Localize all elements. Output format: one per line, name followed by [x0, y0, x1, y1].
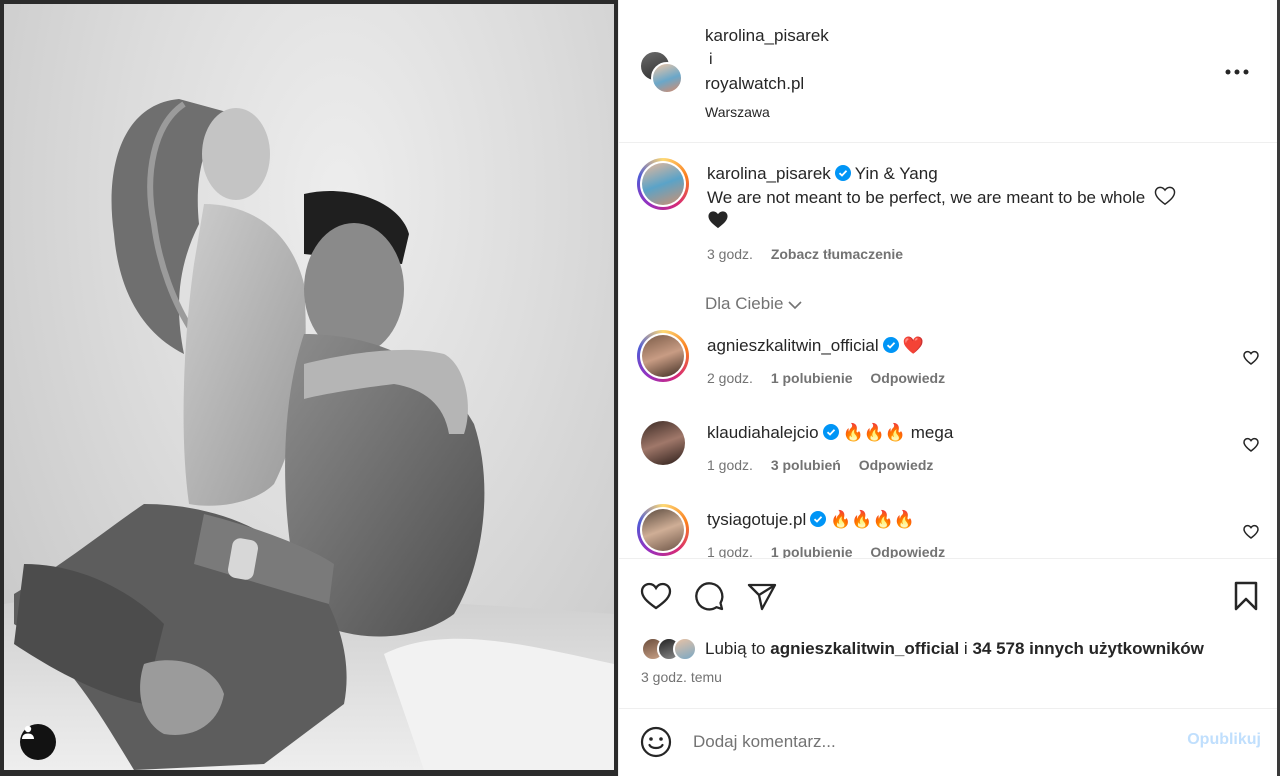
caption-username[interactable]: karolina_pisarek	[707, 164, 831, 183]
avatar	[642, 509, 684, 551]
avatar	[642, 335, 684, 377]
likes-text: Lubią to agnieszkalitwin_official i 34 5…	[705, 639, 1204, 659]
comment-username[interactable]: klaudiahalejcio	[707, 423, 819, 442]
comment-body: klaudiahalejcio 🔥🔥🔥 mega 1 godz. 3 polubi…	[707, 421, 1237, 477]
author-link[interactable]: royalwatch.pl	[705, 72, 829, 96]
comment-text: ❤️	[902, 336, 924, 355]
add-comment-bar: Opublikuj	[619, 708, 1280, 776]
reply-button[interactable]: Odpowiedz	[870, 370, 945, 386]
comment-bubble-icon[interactable]	[692, 579, 726, 613]
black-heart-emoji-icon	[708, 211, 728, 229]
comment-item: tysiagotuje.pl 🔥🔥🔥🔥 1 godz. 1 polubienie …	[637, 504, 1267, 558]
avatar	[642, 163, 684, 205]
like-comment-heart-icon[interactable]	[1243, 437, 1259, 453]
comment-sort-dropdown[interactable]: Dla Ciebie	[705, 294, 803, 314]
author-link[interactable]: karolina_pisarek	[705, 24, 829, 48]
comment-likes[interactable]: 1 polubienie	[771, 544, 853, 558]
comment-time[interactable]: 1 godz.	[707, 544, 753, 558]
photo-illustration	[4, 99, 614, 770]
sort-label: Dla Ciebie	[705, 294, 784, 313]
collab-avatars[interactable]	[639, 50, 685, 96]
comment-item: agnieszkalitwin_official ❤️ 2 godz. 1 pol…	[637, 330, 1267, 410]
tagged-users-button[interactable]	[20, 724, 56, 760]
comment-username[interactable]: tysiagotuje.pl	[707, 510, 806, 529]
caption-text: We are not meant to be perfect, we are m…	[707, 188, 1146, 207]
caption-title: Yin & Yang	[854, 164, 938, 183]
chevron-down-icon	[788, 300, 803, 309]
post-photo[interactable]	[4, 4, 614, 770]
like-comment-heart-icon[interactable]	[1243, 524, 1259, 540]
verified-badge-icon	[810, 511, 827, 527]
share-send-icon[interactable]	[745, 579, 779, 613]
comment-time[interactable]: 1 godz.	[707, 457, 753, 473]
caption: karolina_pisarek Yin & Yang We are not me…	[637, 158, 1267, 278]
verified-badge-icon	[882, 337, 899, 353]
likes-prefix: Lubią to	[705, 639, 766, 658]
post-header: karolina_pisarek i royalwatch.pl Warszaw…	[619, 0, 1280, 143]
avatar	[673, 637, 697, 661]
post-actions: Lubią to agnieszkalitwin_official i 34 5…	[619, 558, 1280, 708]
reply-button[interactable]: Odpowiedz	[859, 457, 934, 473]
comment-item: klaudiahalejcio 🔥🔥🔥 mega 1 godz. 3 polubi…	[637, 417, 1267, 497]
verified-badge-icon	[822, 424, 839, 440]
comment-text: 🔥🔥🔥🔥	[830, 510, 915, 529]
comments-section[interactable]: karolina_pisarek Yin & Yang We are not me…	[619, 144, 1280, 558]
post-side-panel: karolina_pisarek i royalwatch.pl Warszaw…	[618, 0, 1280, 776]
comment-username[interactable]: agnieszkalitwin_official	[707, 336, 879, 355]
comment-body: agnieszkalitwin_official ❤️ 2 godz. 1 pol…	[707, 334, 1237, 390]
collab-names: karolina_pisarek i royalwatch.pl Warszaw…	[705, 24, 829, 124]
like-heart-icon[interactable]	[639, 579, 673, 613]
likes-middle: i	[963, 639, 968, 658]
liker-username-link[interactable]: agnieszkalitwin_official	[770, 639, 959, 658]
see-translation-button[interactable]: Zobacz tłumaczenie	[771, 246, 903, 262]
caption-time[interactable]: 3 godz.	[707, 246, 753, 262]
post-photo-frame	[0, 0, 618, 776]
likes-summary[interactable]: Lubią to agnieszkalitwin_official i 34 5…	[641, 635, 1204, 663]
post-timestamp[interactable]: 3 godz. temu	[641, 669, 722, 685]
reply-button[interactable]: Odpowiedz	[870, 544, 945, 558]
avatar[interactable]	[651, 62, 683, 94]
publish-button[interactable]: Opublikuj	[1187, 731, 1261, 749]
location-link[interactable]: Warszawa	[705, 100, 829, 124]
caption-body: karolina_pisarek Yin & Yang We are not me…	[707, 162, 1237, 266]
comment-text: 🔥🔥🔥 mega	[842, 423, 954, 442]
avatar-story-ring[interactable]	[637, 504, 689, 556]
emoji-smiley-icon[interactable]	[639, 725, 673, 759]
and-word: i	[709, 51, 713, 68]
avatar[interactable]	[641, 421, 685, 465]
avatar-story-ring[interactable]	[637, 158, 689, 210]
comment-likes[interactable]: 3 polubień	[771, 457, 841, 473]
verified-badge-icon	[834, 165, 851, 181]
more-horizontal-icon	[1225, 69, 1249, 75]
comment-input[interactable]	[693, 727, 1163, 757]
user-icon	[22, 725, 34, 739]
like-comment-heart-icon[interactable]	[1243, 350, 1259, 366]
comment-body: tysiagotuje.pl 🔥🔥🔥🔥 1 godz. 1 polubienie …	[707, 508, 1237, 558]
save-bookmark-icon[interactable]	[1229, 579, 1263, 613]
white-heart-emoji-icon	[1154, 186, 1176, 206]
comment-likes[interactable]: 1 polubienie	[771, 370, 853, 386]
other-likers-link[interactable]: 34 578 innych użytkowników	[972, 639, 1203, 658]
more-options-button[interactable]	[1223, 60, 1251, 84]
comment-time[interactable]: 2 godz.	[707, 370, 753, 386]
avatar-story-ring[interactable]	[637, 330, 689, 382]
